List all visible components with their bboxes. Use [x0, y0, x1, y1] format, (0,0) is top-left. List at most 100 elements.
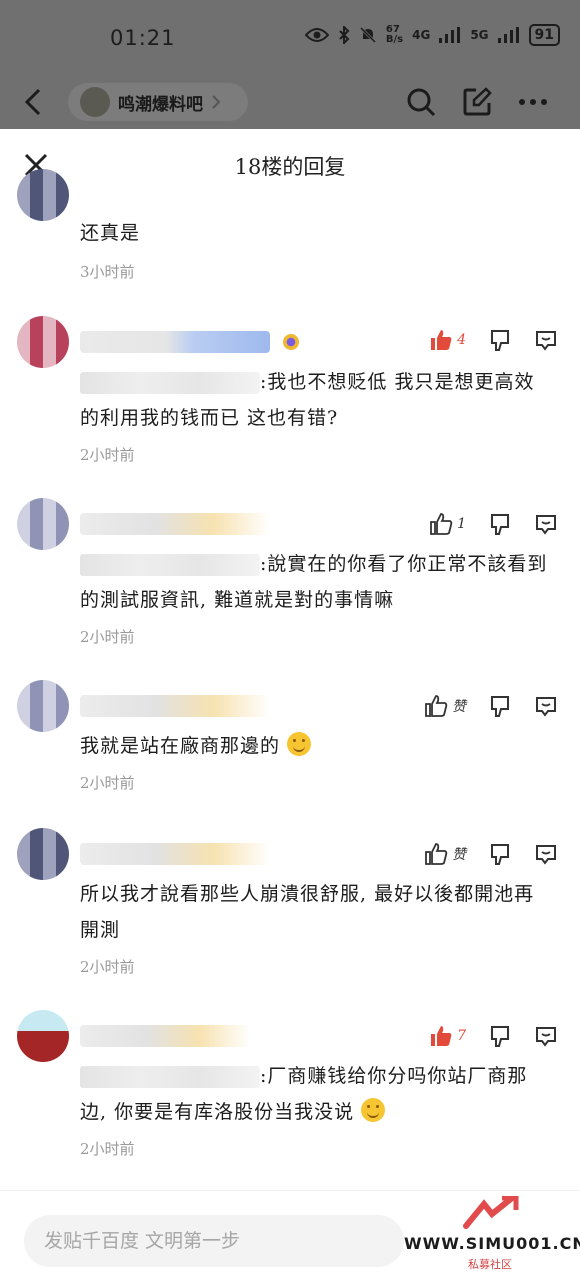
- eye-icon: [304, 28, 329, 42]
- reply-item: 还真是 3小时前: [0, 169, 580, 289]
- forum-link[interactable]: 鸣潮爆料吧: [68, 83, 248, 121]
- reply-item: 赞 所以我才說看那些人崩潰很舒服, 最好以後都開池再開測 2小时前: [0, 822, 580, 992]
- reply-item: 7 :厂商赚钱给你分吗你站厂商那边, 你要是有库洛股份当我没说 2小时前: [0, 1004, 580, 1174]
- mention-blur[interactable]: [80, 554, 260, 576]
- like-count: 4: [457, 332, 466, 348]
- back-button[interactable]: [16, 85, 50, 119]
- level-badge-icon: [283, 334, 299, 350]
- thumbs-up-filled-icon: [431, 330, 452, 350]
- reply-time: 2小时前: [80, 958, 135, 976]
- thumbs-down-icon: [491, 696, 509, 717]
- compose-button[interactable]: [460, 85, 494, 119]
- like-button[interactable]: 赞: [424, 842, 466, 866]
- reply-item: 4 :我也不想贬低 我只是想更高效的利用我的钱而已 这也有错? 2小时前: [0, 310, 580, 480]
- net-speed: 67 B/s: [385, 24, 404, 45]
- reply-text: :我也不想贬低 我只是想更高效的利用我的钱而已 这也有错?: [80, 364, 550, 436]
- dislike-button[interactable]: [488, 694, 512, 718]
- avatar[interactable]: [17, 169, 69, 221]
- like-label: 赞: [452, 847, 466, 863]
- forum-name: 鸣潮爆料吧: [118, 94, 203, 115]
- reply-body: 我就是站在廠商那邊的: [80, 735, 281, 757]
- reply-time: 3小时前: [80, 263, 135, 281]
- edit-icon: [463, 87, 492, 116]
- watermark-url: WWW.SIMU001.CN: [404, 1234, 580, 1253]
- post-input[interactable]: [24, 1215, 404, 1267]
- reply-button[interactable]: [534, 842, 558, 866]
- reply-button[interactable]: [534, 328, 558, 352]
- status-time: 01:21: [110, 26, 176, 50]
- mention-blur[interactable]: [80, 372, 260, 394]
- dislike-button[interactable]: [488, 328, 512, 352]
- watermark-subtitle: 私募社区: [468, 1258, 512, 1271]
- avatar[interactable]: [17, 498, 69, 550]
- reply-text: :說實在的你看了你正常不該看到的測試服資訊, 難道就是對的事情嘛: [80, 546, 550, 618]
- signal-icon-2: [497, 27, 519, 43]
- reply-item: 1 :說實在的你看了你正常不該看到的測試服資訊, 難道就是對的事情嘛 2小时前: [0, 492, 580, 662]
- signal-4g-label: 4G: [412, 28, 431, 42]
- status-icons: 67 B/s 4G 5G 91: [304, 24, 560, 46]
- like-count: 7: [457, 1028, 466, 1044]
- signal-icon: [439, 27, 461, 43]
- like-button[interactable]: 赞: [424, 694, 466, 718]
- like-label: 赞: [452, 699, 466, 715]
- reply-item: 赞 我就是站在廠商那邊的 2小时前: [0, 674, 580, 804]
- reply-text: 我就是站在廠商那邊的: [80, 728, 550, 764]
- avatar[interactable]: [17, 1010, 69, 1062]
- reply-time: 2小时前: [80, 774, 135, 792]
- watermark-logo-icon: [463, 1196, 519, 1229]
- avatar[interactable]: [17, 828, 69, 880]
- thumbs-up-icon: [430, 513, 453, 535]
- thumbs-down-icon: [491, 1026, 509, 1047]
- comment-icon: [536, 515, 556, 535]
- reply-text: 所以我才說看那些人崩潰很舒服, 最好以後都開池再開測: [80, 883, 535, 941]
- reply-button[interactable]: [534, 694, 558, 718]
- smile-emoji-icon: [361, 1098, 386, 1122]
- mention-blur[interactable]: [80, 1066, 260, 1088]
- reply-actions: 赞: [402, 694, 558, 718]
- comment-icon: [536, 697, 556, 717]
- avatar[interactable]: [17, 316, 69, 368]
- username[interactable]: [80, 1025, 250, 1047]
- signal-5g-label: 5G: [470, 28, 489, 42]
- thumbs-down-icon: [491, 514, 509, 535]
- username[interactable]: [80, 843, 270, 865]
- forum-avatar: [80, 87, 110, 117]
- reply-actions: 1: [407, 512, 558, 536]
- reply-time: 2小时前: [80, 446, 135, 464]
- reply-button[interactable]: [534, 1024, 558, 1048]
- comment-icon: [536, 1027, 556, 1047]
- reply-time: 2小时前: [80, 628, 135, 646]
- mute-icon: [359, 26, 376, 44]
- nav-bar: 鸣潮爆料吧: [0, 75, 580, 129]
- thumbs-up-icon: [425, 695, 448, 717]
- sheet-title: 18楼的回复: [234, 155, 346, 179]
- reply-actions: 赞: [402, 842, 558, 866]
- reply-actions: 7: [407, 1024, 558, 1048]
- status-bar: 01:21 67 B/s 4G 5G 91: [0, 0, 580, 75]
- comment-icon: [536, 845, 556, 865]
- battery-indicator: 91: [528, 24, 560, 46]
- username[interactable]: [80, 513, 270, 535]
- comment-icon: [536, 331, 556, 351]
- search-icon: [407, 88, 436, 117]
- like-button[interactable]: 7: [429, 1024, 466, 1048]
- more-button[interactable]: [516, 85, 550, 119]
- sheet-header: 18楼的回复: [0, 129, 580, 199]
- reply-text: 还真是: [80, 222, 141, 244]
- like-button[interactable]: 4: [429, 328, 466, 352]
- reply-time: 2小时前: [80, 1140, 135, 1158]
- thumbs-up-filled-icon: [431, 1026, 452, 1046]
- thumbs-down-icon: [491, 330, 509, 351]
- dislike-button[interactable]: [488, 512, 512, 536]
- search-button[interactable]: [404, 85, 438, 119]
- dislike-button[interactable]: [488, 1024, 512, 1048]
- reply-text: :厂商赚钱给你分吗你站厂商那边, 你要是有库洛股份当我没说: [80, 1058, 550, 1130]
- reply-button[interactable]: [534, 512, 558, 536]
- username[interactable]: [80, 695, 270, 717]
- username[interactable]: [80, 331, 270, 353]
- avatar[interactable]: [17, 680, 69, 732]
- more-dots-icon: [519, 99, 547, 105]
- like-button[interactable]: 1: [429, 512, 466, 536]
- back-arrow-icon: [24, 88, 41, 116]
- dislike-button[interactable]: [488, 842, 512, 866]
